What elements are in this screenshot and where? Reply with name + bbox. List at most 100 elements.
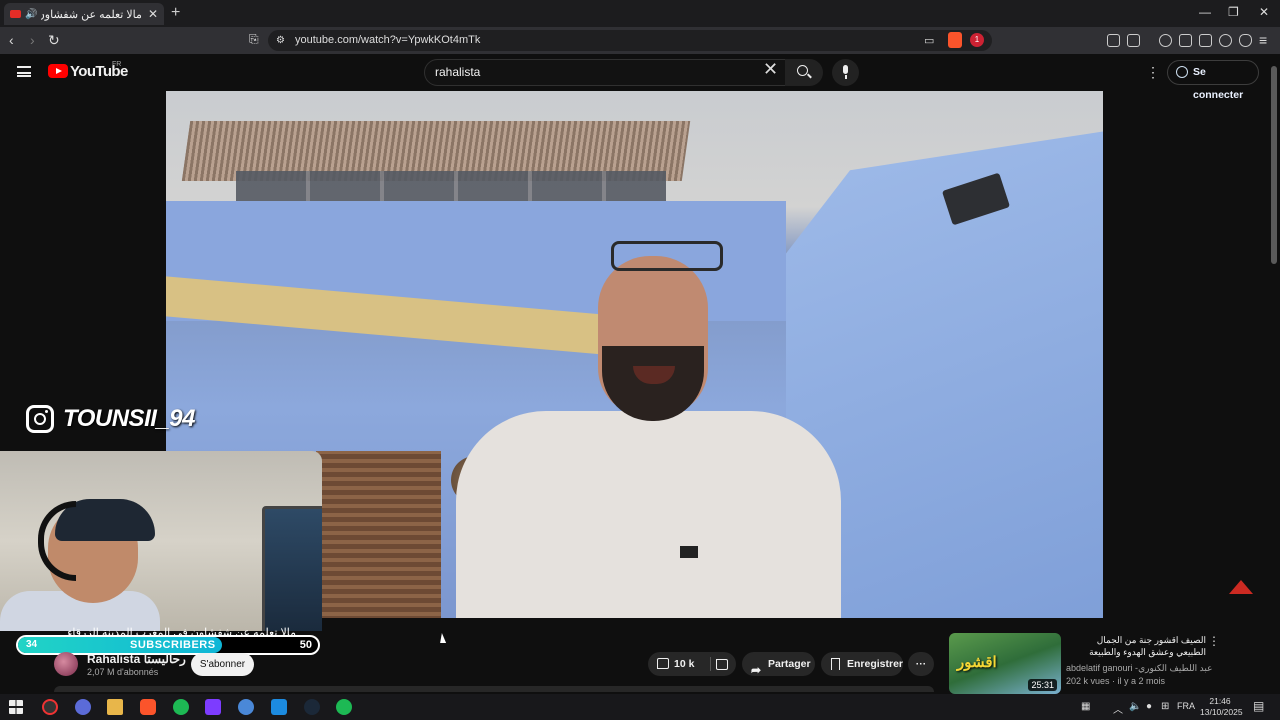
forward-icon[interactable]: › — [30, 32, 35, 48]
clock-date: 13/10/2025 — [1200, 707, 1243, 717]
app-icon-1[interactable] — [42, 699, 58, 715]
microphone-icon[interactable]: ● — [1146, 701, 1152, 712]
restore-icon[interactable]: ❐ — [1228, 5, 1239, 19]
instagram-handle: TOUNSII_94 — [63, 405, 195, 432]
file-explorer-icon[interactable] — [107, 699, 123, 715]
subscriber-label: SUBSCRIBERS — [130, 639, 216, 651]
subscribe-button[interactable]: S'abonner — [191, 653, 254, 676]
sidebar-icon[interactable] — [1179, 34, 1192, 47]
save-button[interactable]: Enregistrer — [821, 652, 903, 676]
new-tab-button[interactable]: + — [171, 4, 180, 22]
like-separator — [710, 657, 711, 671]
keyboard-icon[interactable]: ▦ — [1081, 701, 1090, 712]
country-code: FR — [112, 61, 122, 68]
clock-time: 21:46 — [1209, 696, 1231, 706]
youtube-header: YouTube FR rahalista ✕ ⋮ Se connecter — [0, 54, 1280, 101]
brave-rewards-icon[interactable]: 1 — [970, 33, 984, 47]
presenter-shirt — [456, 411, 841, 618]
vpn-icon[interactable] — [1239, 34, 1252, 47]
sign-in-button[interactable]: Se connecter — [1167, 60, 1259, 101]
brave-shields-icon[interactable] — [948, 32, 962, 48]
sign-in-label: Se connecter — [1193, 66, 1244, 101]
windows-taskbar: ▦ ︿ 🔈 ● ⊞ FRA 21:46 13/10/2025 ▤ — [0, 694, 1280, 720]
channel-avatar[interactable] — [54, 652, 78, 676]
like-dislike-group: 10 k — [648, 652, 736, 676]
network-icon[interactable]: ⊞ — [1161, 701, 1169, 712]
spotify-icon-2[interactable] — [336, 699, 352, 715]
app-icon-play[interactable] — [271, 699, 287, 715]
volume-icon[interactable]: 🔈 — [1129, 701, 1141, 712]
recommended-more-icon[interactable]: ⋮ — [1208, 634, 1220, 648]
thumbs-up-icon[interactable] — [657, 658, 669, 669]
media-icon[interactable] — [1159, 34, 1172, 47]
shirt-logo — [680, 546, 698, 558]
screenshot-icon[interactable] — [1127, 34, 1140, 47]
app-icon-heart[interactable] — [205, 699, 221, 715]
site-info-icon[interactable]: ⚙ — [276, 35, 285, 46]
youtube-favicon-icon — [10, 10, 21, 18]
menu-icon[interactable]: ≡ — [1259, 32, 1267, 48]
youtube-logo-icon[interactable] — [48, 64, 68, 78]
recommended-video-meta: 202 k vues · il y a 2 mois — [1066, 676, 1166, 686]
search-input[interactable]: rahalista — [424, 59, 786, 86]
browser-tab-strip: 🔊 مالا تعلمه عن شفشاون في الـ ✕ + — ❐ ✕ — [0, 0, 1280, 27]
account-icon — [1176, 66, 1188, 78]
tab-title: مالا تعلمه عن شفشاون في الـ — [41, 8, 142, 21]
search-button[interactable] — [785, 59, 823, 86]
channel-subscribers: 2,07 M d'abonnés — [87, 667, 159, 677]
url-text: youtube.com/watch?v=YpwkKOt4mTk — [295, 34, 481, 46]
app-icon-drop[interactable] — [238, 699, 254, 715]
back-icon[interactable]: ‹ — [9, 32, 14, 48]
share-icon: ➦ — [751, 663, 762, 677]
leo-ai-icon[interactable] — [1219, 34, 1232, 47]
cast-icon[interactable]: ▭ — [924, 34, 934, 47]
subscriber-current: 34 — [26, 639, 38, 650]
thumbs-down-icon[interactable] — [716, 659, 728, 670]
minimize-icon[interactable]: — — [1199, 5, 1211, 19]
discord-icon[interactable] — [75, 699, 91, 715]
share-button[interactable]: ➦ Partager — [742, 652, 815, 677]
webcam-monitor — [262, 506, 322, 631]
video-duration: 25:31 — [1028, 679, 1057, 691]
sunglasses — [611, 241, 723, 271]
notification-icon[interactable]: ▤ — [1253, 699, 1264, 713]
save-label: Enregistrer — [847, 658, 904, 670]
hamburger-menu-icon[interactable] — [17, 66, 31, 77]
address-bar[interactable]: youtube.com/watch?v=YpwkKOt4mTk — [268, 30, 992, 51]
headset-icon — [38, 501, 76, 581]
clear-search-icon[interactable]: ✕ — [763, 59, 778, 80]
brave-browser-icon[interactable] — [140, 699, 156, 715]
close-window-icon[interactable]: ✕ — [1259, 5, 1269, 19]
language-indicator[interactable]: FRA — [1177, 701, 1195, 711]
instagram-icon — [26, 405, 54, 433]
windows-start-icon[interactable] — [9, 700, 23, 714]
recommended-video-channel[interactable]: abdelatif ganouri -عبد اللطيف الكنوري — [1066, 663, 1212, 674]
recommended-video-title[interactable]: الصيف اقشور جنة من الجمال الطبيعي وعشق ا… — [1066, 634, 1206, 660]
browser-toolbar: ‹ › ↻ ⎘ youtube.com/watch?v=YpwkKOt4mTk … — [0, 27, 1280, 54]
clock[interactable]: 21:46 13/10/2025 — [1200, 696, 1243, 718]
settings-kebab-icon[interactable]: ⋮ — [1146, 64, 1160, 81]
wooden-shutter — [316, 451, 441, 618]
tray-arrow-icon[interactable]: ︿ — [1113, 701, 1123, 716]
recommended-video-thumbnail[interactable]: اقشور 25:31 — [949, 633, 1061, 694]
mouse-cursor-icon — [440, 633, 448, 643]
reload-icon[interactable]: ↻ — [48, 32, 60, 49]
bookmark-save-icon — [831, 658, 840, 670]
speaker-icon[interactable]: 🔊 — [25, 9, 37, 20]
close-tab-icon[interactable]: ✕ — [148, 7, 158, 21]
bookmark-icon[interactable]: ⎘ — [249, 32, 259, 47]
wallet-icon[interactable] — [1199, 34, 1212, 47]
spotify-icon[interactable] — [173, 699, 189, 715]
like-count[interactable]: 10 k — [674, 652, 694, 676]
channel-name[interactable]: Rahalista رحاليستا — [87, 652, 186, 666]
extensions-icon[interactable] — [1107, 34, 1120, 47]
subscriber-goal: 50 — [299, 639, 312, 651]
share-label: Partager — [768, 658, 811, 670]
steam-icon[interactable] — [304, 699, 320, 715]
browser-tab[interactable]: 🔊 مالا تعلمه عن شفشاون في الـ ✕ — [4, 3, 164, 25]
page-scrollbar[interactable] — [1271, 66, 1277, 264]
description-box-edge[interactable] — [54, 686, 934, 692]
voice-search-button[interactable] — [832, 59, 859, 86]
instagram-overlay: TOUNSII_94 — [26, 405, 195, 433]
more-actions-button[interactable]: ··· — [908, 652, 934, 676]
